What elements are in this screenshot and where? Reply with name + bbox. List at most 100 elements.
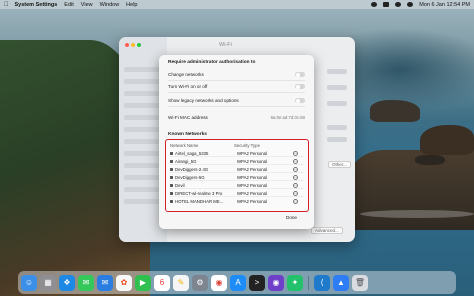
menu-app-name[interactable]: System Settings: [15, 2, 58, 8]
apple-menu-icon[interactable]: : [4, 2, 9, 8]
sidebar-item[interactable]: [124, 187, 162, 192]
app-store-icon[interactable]: A: [230, 274, 246, 291]
option-label: Change networks: [168, 72, 204, 77]
menu-edit[interactable]: Edit: [64, 2, 73, 8]
minimize-window-icon[interactable]: [131, 43, 135, 47]
window-controls: [125, 43, 141, 47]
chrome-icon[interactable]: ◉: [211, 274, 227, 291]
sidebar-item[interactable]: [124, 175, 162, 180]
menu-view[interactable]: View: [81, 2, 93, 8]
github-actions-icon[interactable]: ✦: [287, 274, 303, 291]
table-row[interactable]: DevDiggers-5G WPA2 Personal ⋯: [170, 174, 304, 181]
messages-icon[interactable]: ✉: [78, 274, 94, 291]
option-label: Turn Wi-Fi on or off: [168, 84, 208, 89]
sidebar-item[interactable]: [124, 91, 162, 96]
wifi-status-icon[interactable]: [395, 2, 402, 7]
menu-window[interactable]: Window: [100, 2, 120, 8]
security-type: WPA2 Personal: [237, 158, 268, 164]
network-signal-indicator: [327, 85, 347, 90]
more-options-icon[interactable]: ⋯: [293, 158, 298, 164]
safari-icon[interactable]: ❖: [59, 274, 75, 291]
table-row[interactable]: Airangi_5G WPA2 Personal ⋯: [170, 158, 304, 165]
sidebar-item[interactable]: [124, 151, 162, 156]
sheet-title: Require administrator authorisation to: [168, 60, 256, 65]
sidebar-item[interactable]: [124, 163, 162, 168]
network-name: DevDiggers-5G: [175, 174, 205, 180]
sidebar-item[interactable]: [124, 103, 162, 108]
vscode-icon[interactable]: ⟨: [314, 274, 330, 291]
turn-wifi-toggle[interactable]: [295, 84, 305, 89]
mac-label: Wi-Fi MAC address: [168, 114, 208, 120]
terminal-icon[interactable]: >: [249, 274, 265, 291]
finder-icon[interactable]: ☺: [21, 274, 37, 291]
other-network-button[interactable]: Other...: [328, 161, 351, 168]
done-button[interactable]: Done: [286, 215, 297, 220]
known-networks-table: Network Name Security Type Airtel_saga_5…: [165, 139, 309, 212]
more-options-icon[interactable]: ⋯: [293, 190, 298, 196]
close-window-icon[interactable]: [125, 43, 129, 47]
table-row[interactable]: DIRECT-wl-realme 3 Pro WPA2 Personal ⋯: [170, 190, 304, 197]
known-networks-title: Known Networks: [168, 132, 207, 137]
mac-address-row: Wi-Fi MAC address 6a:0e:ad:7d:0c:60: [168, 111, 305, 123]
network-signal-indicator: [327, 125, 347, 130]
network-name: Airtel_saga_5335: [175, 150, 209, 156]
wallpaper-rock: [370, 100, 420, 122]
menu-help[interactable]: Help: [126, 2, 137, 8]
menu-clock[interactable]: Mon 6 Jan 12:54 PM: [419, 2, 470, 8]
sidebar-item[interactable]: [124, 139, 162, 144]
network-name: Airangi_5G: [175, 158, 197, 164]
table-row[interactable]: Airtel_saga_5335 WPA2 Personal ⋯: [170, 150, 304, 157]
network-signal-indicator: [327, 69, 347, 74]
control-center-icon[interactable]: [371, 2, 378, 7]
notes-icon[interactable]: ✎: [173, 274, 189, 291]
advanced-button[interactable]: Advanced...: [311, 227, 343, 234]
table-row[interactable]: Devil WPA2 Personal ⋯: [170, 182, 304, 189]
table-row[interactable]: DevDiggers-2.4G WPA2 Personal ⋯: [170, 166, 304, 173]
lock-icon: [170, 175, 173, 179]
more-options-icon[interactable]: ⋯: [293, 182, 298, 188]
table-row[interactable]: HOTEL MANDHAR ME... WPA2 Personal ⋯: [170, 198, 304, 205]
security-type: WPA2 Personal: [237, 166, 268, 172]
network-signal-indicator: [327, 101, 347, 106]
maximize-window-icon[interactable]: [137, 43, 141, 47]
network-name: HOTEL MANDHAR ME...: [175, 199, 224, 204]
appstore-blue-icon[interactable]: ▲: [333, 274, 349, 291]
sidebar-item[interactable]: [124, 199, 162, 204]
option-turn-wifi: Turn Wi-Fi on or off: [168, 81, 305, 93]
more-options-icon[interactable]: ⋯: [293, 174, 298, 180]
spotlight-icon[interactable]: [407, 2, 414, 7]
launchpad-icon[interactable]: ▦: [40, 274, 56, 291]
photos-icon[interactable]: ✿: [116, 274, 132, 291]
sidebar-item[interactable]: [124, 79, 162, 84]
network-signal-indicator: [327, 137, 347, 142]
column-security-type: Security Type: [234, 143, 260, 148]
network-name: DIRECT-wl-realme 3 Pro: [175, 190, 223, 196]
lock-icon: [170, 159, 173, 163]
calendar-icon[interactable]: 6: [154, 274, 170, 291]
sidebar-item[interactable]: [124, 127, 162, 132]
mail-icon[interactable]: ✉: [97, 274, 113, 291]
security-type: WPA2 Personal: [237, 150, 268, 156]
window-title: Wi-Fi: [219, 42, 232, 48]
lock-icon: [170, 183, 173, 187]
legacy-networks-toggle[interactable]: [295, 98, 305, 103]
trash-icon[interactable]: 🗑: [352, 274, 368, 291]
facetime-icon[interactable]: ▶: [135, 274, 151, 291]
change-networks-toggle[interactable]: [295, 72, 305, 77]
menu-bar:  System Settings Edit View Window Help …: [0, 0, 474, 9]
more-options-icon[interactable]: ⋯: [293, 150, 298, 156]
github-desktop-icon[interactable]: ◉: [268, 274, 284, 291]
sidebar-item[interactable]: [124, 67, 162, 72]
wifi-advanced-sheet: Require administrator authorisation to C…: [159, 55, 314, 229]
wallpaper-foam: [360, 210, 474, 218]
sidebar-item[interactable]: [124, 115, 162, 120]
more-options-icon[interactable]: ⋯: [293, 199, 298, 204]
option-legacy-networks: Show legacy networks and options: [168, 95, 305, 107]
column-network-name: Network Name: [170, 143, 199, 148]
battery-icon[interactable]: [383, 2, 390, 7]
more-options-icon[interactable]: ⋯: [293, 166, 298, 172]
system-settings-icon[interactable]: ⚙: [192, 274, 208, 291]
security-type: WPA2 Personal: [237, 199, 268, 204]
network-name: Devil: [175, 182, 185, 188]
lock-icon: [170, 191, 173, 195]
